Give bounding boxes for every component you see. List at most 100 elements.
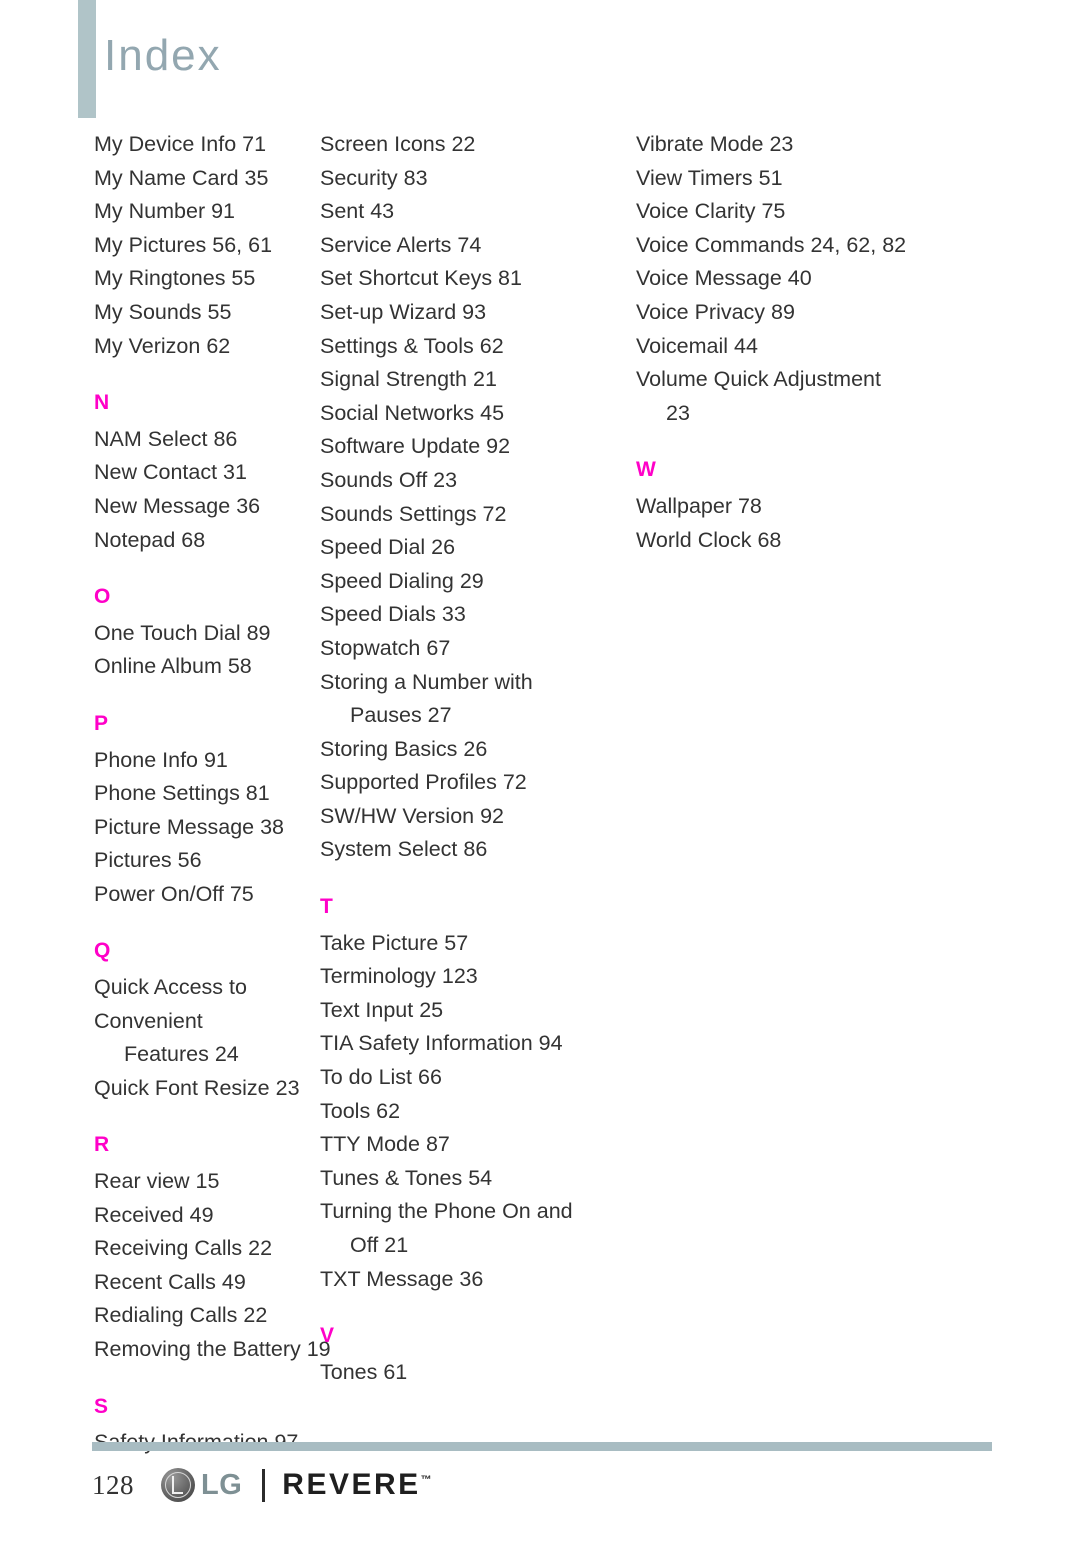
index-entry[interactable]: Redialing Calls 22 [94,1299,310,1333]
index-entry[interactable]: Phone Info 91 [94,744,310,778]
index-entry[interactable]: Sent 43 [320,195,618,229]
index-entry[interactable]: Software Update 92 [320,430,618,464]
index-entry-label: Signal Strength 21 [320,367,497,392]
index-entry[interactable]: Voice Commands 24, 62, 82 [636,229,978,263]
index-entry[interactable]: Receiving Calls 22 [94,1232,310,1266]
index-entry[interactable]: Volume Quick Adjustment 23 [636,363,978,430]
index-entry-label: Tones 61 [320,1359,408,1384]
index-entry[interactable]: Picture Message 38 [94,811,310,845]
index-entry[interactable]: My Name Card 35 [94,162,310,196]
index-entry[interactable]: Phone Settings 81 [94,777,310,811]
index-entry[interactable]: Speed Dial 26 [320,531,618,565]
index-entry[interactable]: System Select 86 [320,833,618,867]
index-entry[interactable]: Settings & Tools 62 [320,330,618,364]
index-entry[interactable]: View Timers 51 [636,162,978,196]
letter-heading-v: V [320,1324,335,1348]
index-entry[interactable]: Supported Profiles 72 [320,766,618,800]
index-entry[interactable]: Pictures 56 [94,844,310,878]
index-entry-label: Pictures 56 [94,848,202,873]
index-entry-continuation: Pauses 27 [350,703,452,728]
index-entry-label: New Message 36 [94,493,261,518]
index-entry[interactable]: Voice Privacy 89 [636,296,978,330]
index-entry-label: My Ringtones 55 [94,266,256,291]
index-entry[interactable]: Notepad 68 [94,524,310,558]
index-entry[interactable]: Stopwatch 67 [320,632,618,666]
index-entry-label: Turning the Phone On and [320,1199,573,1224]
index-entry[interactable]: Voicemail 44 [636,330,978,364]
index-entry[interactable]: My Sounds 55 [94,296,310,330]
index-entry[interactable]: Quick Access to Convenient Features 24 [94,971,310,1072]
footer-divider-rule [92,1442,992,1451]
index-entry-label: Sounds Settings 72 [320,501,507,526]
index-entry-label: Set-up Wizard 93 [320,299,487,324]
index-entry[interactable]: Storing Basics 26 [320,733,618,767]
index-entry[interactable]: Wallpaper 78 [636,490,978,524]
index-entry[interactable]: Removing the Battery 19 [94,1333,331,1367]
index-entry-label: Phone Settings 81 [94,781,270,806]
index-entry-label: Voice Commands 24, 62, 82 [636,232,907,257]
index-entry[interactable]: SW/HW Version 92 [320,800,618,834]
index-entry[interactable]: Vibrate Mode 23 [636,128,978,162]
index-entry-label: Set Shortcut Keys 81 [320,266,522,291]
index-entry-label: View Timers 51 [636,165,783,190]
index-entry[interactable]: Security 83 [320,162,618,196]
index-entry[interactable]: TXT Message 36 [320,1263,618,1297]
index-entry[interactable]: To do List 66 [320,1061,618,1095]
index-entry[interactable]: Terminology 123 [320,960,618,994]
index-entry[interactable]: Turning the Phone On and Off 21 [320,1195,618,1262]
index-entry-label: Text Input 25 [320,997,444,1022]
index-entry[interactable]: NAM Select 86 [94,423,310,457]
index-entry[interactable]: Voice Message 40 [636,262,978,296]
index-entry[interactable]: World Clock 68 [636,524,978,558]
index-entry[interactable]: New Contact 31 [94,456,310,490]
index-entry[interactable]: My Pictures 56, 61 [94,229,310,263]
index-entry[interactable]: Rear view 15 [94,1165,310,1199]
index-entry[interactable]: TIA Safety Information 94 [320,1027,618,1061]
index-entry-label: Voice Privacy 89 [636,299,795,324]
index-entry[interactable]: Set-up Wizard 93 [320,296,618,330]
index-entry-label: Sounds Off 23 [320,467,458,492]
index-entry[interactable]: Tools 62 [320,1095,618,1129]
index-entry[interactable]: Sounds Settings 72 [320,498,618,532]
index-entry[interactable]: TTY Mode 87 [320,1128,618,1162]
index-entry-label: Social Networks 45 [320,400,505,425]
index-columns: My Device Info 71 My Name Card 35 My Numbe… [0,128,1080,1460]
index-entry[interactable]: Tones 61 [320,1356,618,1390]
index-entry[interactable]: Screen Icons 22 [320,128,618,162]
index-entry[interactable]: My Number 91 [94,195,310,229]
index-entry[interactable]: Recent Calls 49 [94,1266,310,1300]
index-entry[interactable]: New Message 36 [94,490,310,524]
index-entry[interactable]: Sounds Off 23 [320,464,618,498]
index-entry[interactable]: Service Alerts 74 [320,229,618,263]
index-entry[interactable]: Online Album 58 [94,650,310,684]
index-entry-label: Storing a Number with [320,669,533,694]
index-entry[interactable]: Take Picture 57 [320,927,618,961]
index-entry[interactable]: Speed Dialing 29 [320,565,618,599]
index-entry[interactable]: Tunes & Tones 54 [320,1162,618,1196]
index-entry[interactable]: My Ringtones 55 [94,262,310,296]
index-entry[interactable]: Text Input 25 [320,994,618,1028]
index-entry[interactable]: Social Networks 45 [320,397,618,431]
index-entry-label: Speed Dialing 29 [320,568,484,593]
index-entry[interactable]: My Device Info 71 [94,128,310,162]
index-entry-label: Terminology 123 [320,964,478,989]
index-entry[interactable]: Signal Strength 21 [320,363,618,397]
index-entry-label: Voicemail 44 [636,333,758,358]
index-entry[interactable]: Voice Clarity 75 [636,195,978,229]
index-entry-label: Speed Dial 26 [320,535,456,560]
index-entry-label: Settings & Tools 62 [320,333,504,358]
index-entry[interactable]: Received 49 [94,1199,310,1233]
index-entry[interactable]: My Verizon 62 [94,330,310,364]
revere-text: REVERE [282,1468,421,1501]
index-entry[interactable]: Storing a Number with Pauses 27 [320,666,618,733]
index-entry-label: Picture Message 38 [94,814,285,839]
index-entry[interactable]: Speed Dials 33 [320,598,618,632]
index-entry[interactable]: Power On/Off 75 [94,878,310,912]
index-entry-label: Tools 62 [320,1098,401,1123]
index-entry[interactable]: One Touch Dial 89 [94,617,310,651]
index-entry[interactable]: Quick Font Resize 23 [94,1072,310,1106]
index-entry-label: My Pictures 56, 61 [94,232,273,257]
index-entry[interactable]: Set Shortcut Keys 81 [320,262,618,296]
lg-wordmark: LG [201,1468,243,1501]
index-entry-label: My Name Card 35 [94,165,269,190]
